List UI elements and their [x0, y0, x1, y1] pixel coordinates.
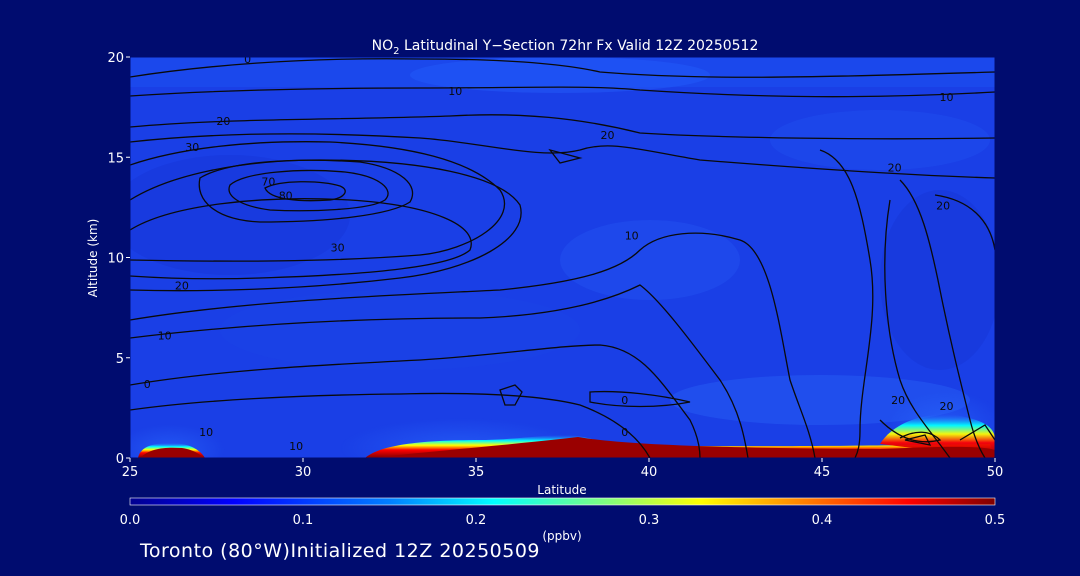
title-prefix: NO: [372, 38, 394, 54]
contour-label: 10: [199, 426, 213, 439]
contour-label: 0: [621, 426, 628, 439]
x-tick-label: 50: [987, 465, 1004, 480]
chart-title: NO2 Latitudinal Y−Section 72hr Fx Valid …: [372, 38, 759, 57]
colorbar-tick-label: 0.5: [985, 513, 1006, 528]
contour-label: 20: [888, 161, 902, 174]
x-tick-label: 25: [122, 465, 139, 480]
x-axis: Latitude 25 30 35 40 45 50: [122, 458, 1004, 497]
chart-canvas: NO2 Latitudinal Y−Section 72hr Fx Valid …: [86, 38, 1006, 543]
y-tick-label: 10: [107, 252, 124, 267]
colorbar-unit: (ppbv): [542, 529, 581, 543]
contour-label: 10: [158, 330, 172, 343]
y-ticks: 05101520: [107, 51, 130, 467]
title-suffix: Latitudinal Y−Section 72hr Fx Valid 12Z …: [400, 38, 759, 54]
contour-label: 70: [261, 175, 275, 188]
x-tick-label: 45: [814, 465, 831, 480]
colorbar-gradient: [129, 497, 996, 506]
contour-label: 0: [621, 394, 628, 407]
contour-label: 10: [448, 85, 462, 98]
contour-label: 10: [625, 229, 639, 242]
y-tick-label: 5: [116, 352, 124, 367]
contour-label: 20: [936, 199, 950, 212]
contour-label: 30: [331, 241, 345, 254]
x-tick-label: 40: [641, 465, 658, 480]
y-tick-label: 20: [107, 51, 124, 66]
y-axis-label: Altitude (km): [86, 219, 100, 298]
colorbar-tick-label: 0.3: [639, 513, 660, 528]
colorbar-ticks: 0.0 0.1 0.2 0.3 0.4 0.5: [120, 513, 1006, 528]
x-ticks: 25 30 35 40 45 50: [122, 458, 1004, 480]
footer-label: Toronto (80°W)Initialized 12Z 20250509: [140, 540, 541, 562]
colorbar-tick-label: 0.1: [293, 513, 314, 528]
contour-label: 10: [940, 91, 954, 104]
y-axis: Altitude (km) 05101520: [86, 51, 130, 467]
x-axis-label: Latitude: [537, 483, 586, 497]
contour-label: 10: [289, 440, 303, 453]
x-tick-label: 35: [468, 465, 485, 480]
x-tick-label: 30: [295, 465, 312, 480]
colorbar-tick-label: 0.0: [120, 513, 141, 528]
contour-label: 20: [216, 115, 230, 128]
contour-label: 20: [940, 400, 954, 413]
contour-label: 0: [144, 378, 151, 391]
contour-label: 20: [891, 394, 905, 407]
plot-area: 0 10 10 20 20 30 20 70 80 20 10 30 20 10 0 0 20 20 10 10 0: [130, 53, 995, 458]
contour-label: 20: [600, 129, 614, 142]
colorbar: 0.0 0.1 0.2 0.3 0.4 0.5 (ppbv): [120, 497, 1006, 543]
colorbar-tick-label: 0.4: [812, 513, 833, 528]
contour-label: 0: [244, 53, 251, 66]
y-tick-label: 15: [107, 151, 124, 166]
contour-label: 80: [279, 189, 293, 202]
contour-label: 30: [185, 141, 199, 154]
contour-label: 20: [175, 280, 189, 293]
colorbar-tick-label: 0.2: [466, 513, 487, 528]
